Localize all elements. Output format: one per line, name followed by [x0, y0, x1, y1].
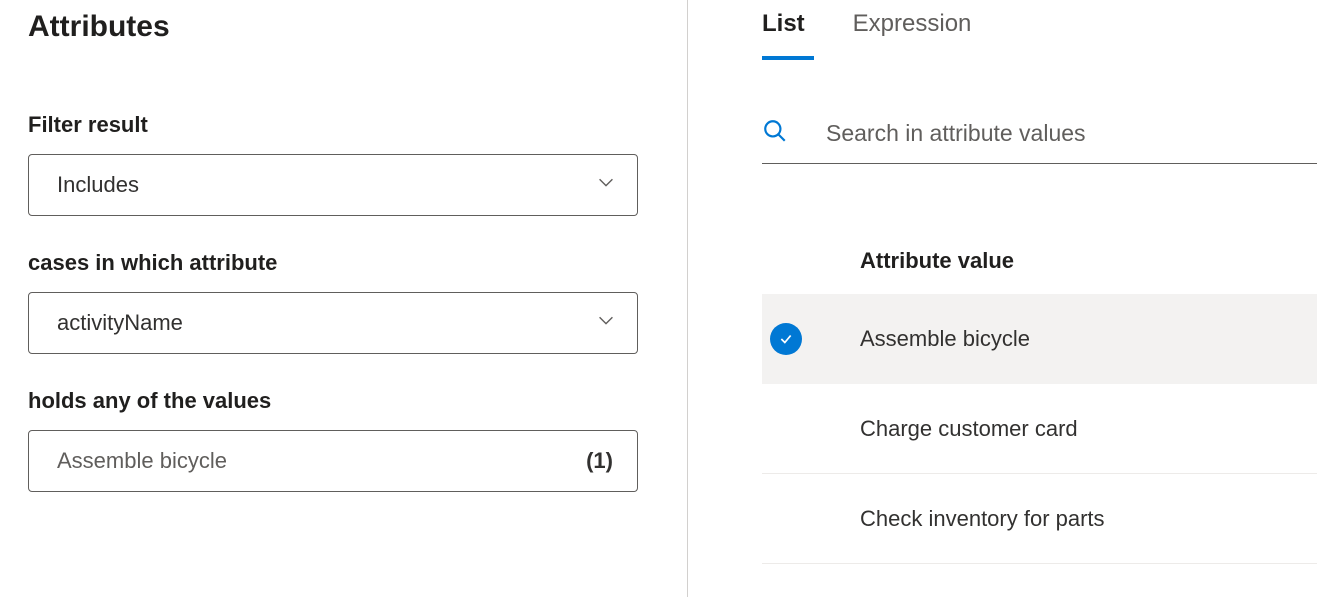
search-input[interactable] — [826, 120, 1317, 147]
cases-attribute-dropdown[interactable]: activityName — [28, 292, 638, 354]
list-item[interactable]: Assemble bicycle — [762, 294, 1317, 384]
list-item-label: Charge customer card — [860, 416, 1078, 442]
list-item-label: Check inventory for parts — [860, 506, 1105, 532]
cases-attribute-value: activityName — [57, 310, 183, 336]
filter-result-group: Filter result Includes — [28, 112, 657, 216]
list-item-label: Assemble bicycle — [860, 326, 1030, 352]
attributes-pane: Attributes Filter result Includes cases … — [0, 0, 688, 597]
holds-values-count: (1) — [586, 448, 613, 474]
chevron-down-icon — [595, 171, 617, 199]
check-icon — [770, 413, 802, 445]
values-pane: List Expression Attribute value Assemble… — [688, 0, 1317, 597]
holds-values-label: holds any of the values — [28, 388, 657, 414]
holds-values-box[interactable]: Assemble bicycle (1) — [28, 430, 638, 492]
filter-result-dropdown[interactable]: Includes — [28, 154, 638, 216]
tab-list[interactable]: List — [762, 10, 805, 60]
attribute-value-header: Attribute value — [860, 248, 1317, 274]
holds-values-group: holds any of the values Assemble bicycle… — [28, 388, 657, 492]
attribute-value-list: Assemble bicycle Charge customer card Ch… — [762, 294, 1317, 564]
check-icon — [770, 323, 802, 355]
list-item[interactable]: Check inventory for parts — [762, 474, 1317, 564]
cases-attribute-group: cases in which attribute activityName — [28, 250, 657, 354]
filter-result-label: Filter result — [28, 112, 657, 138]
chevron-down-icon — [595, 309, 617, 337]
search-icon — [762, 118, 788, 149]
filter-result-value: Includes — [57, 172, 139, 198]
search-bar — [762, 118, 1317, 164]
list-item[interactable]: Charge customer card — [762, 384, 1317, 474]
check-icon — [770, 503, 802, 535]
holds-values-text: Assemble bicycle — [57, 448, 227, 474]
page-title: Attributes — [28, 10, 657, 44]
cases-attribute-label: cases in which attribute — [28, 250, 657, 276]
tabs: List Expression — [762, 10, 1317, 60]
tab-expression[interactable]: Expression — [853, 10, 972, 60]
